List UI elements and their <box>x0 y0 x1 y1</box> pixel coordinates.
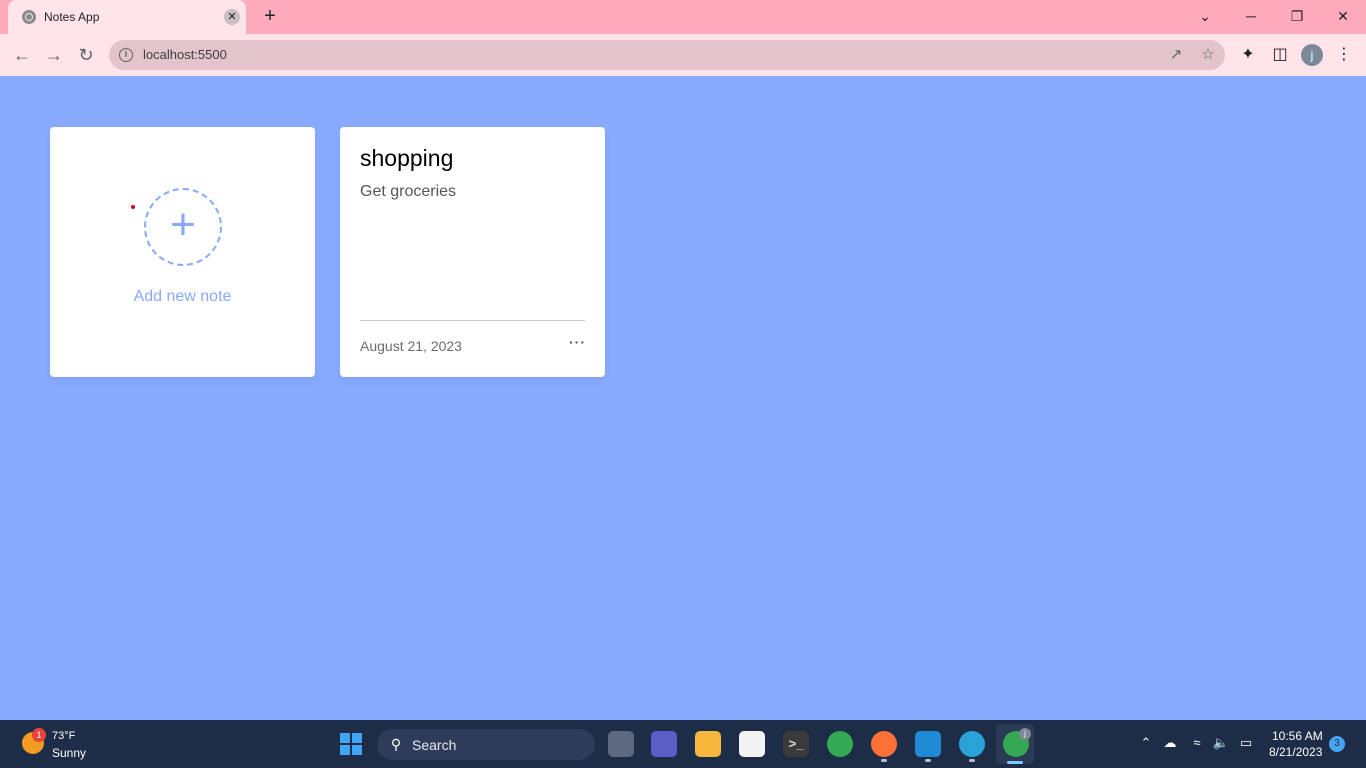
tab-search-icon[interactable]: ⌄ <box>1193 5 1217 27</box>
add-note-circle[interactable]: + <box>144 188 222 266</box>
forward-arrow-icon[interactable]: → <box>42 43 66 67</box>
more-options-icon[interactable]: ··· <box>569 334 586 350</box>
share-icon[interactable]: ↗ <box>1167 46 1185 64</box>
weather-condition[interactable]: Sunny <box>52 746 86 760</box>
chrome-icon[interactable] <box>827 731 853 757</box>
browser-toolbar: ← → ↻ i localhost:5500 ↗ ☆ ✦ ◫ j ⋮ <box>0 34 1366 76</box>
onedrive-cloud-icon[interactable]: ☁ <box>1161 734 1179 752</box>
windows-taskbar: 1 73°F Sunny ⚲ Search >_ j ⌃ ☁ ≈ 🔈 ▭ 10:… <box>0 720 1366 768</box>
url-text[interactable]: localhost:5500 <box>143 47 227 62</box>
minimize-button[interactable]: ─ <box>1239 5 1263 27</box>
terminal-icon[interactable]: >_ <box>783 731 809 757</box>
bookmark-star-icon[interactable]: ☆ <box>1199 46 1217 64</box>
address-bar[interactable]: i localhost:5500 ↗ ☆ <box>109 40 1225 70</box>
wifi-icon[interactable]: ≈ <box>1188 734 1206 752</box>
task-view-icon[interactable] <box>608 731 634 757</box>
profile-avatar[interactable]: j <box>1301 44 1323 66</box>
edge-icon[interactable] <box>959 731 985 757</box>
tab-close-icon[interactable]: ✕ <box>224 9 240 25</box>
battery-icon[interactable]: ▭ <box>1237 734 1255 752</box>
add-note-card[interactable]: + Add new note <box>50 127 315 377</box>
add-note-label[interactable]: Add new note <box>50 288 315 306</box>
tab-title: Notes App <box>44 10 100 24</box>
note-card: shopping Get groceries August 21, 2023 ·… <box>340 127 605 377</box>
search-icon: ⚲ <box>390 736 402 752</box>
note-description: Get groceries <box>360 183 457 200</box>
notification-badge[interactable]: 3 <box>1329 736 1345 752</box>
teams-chat-icon[interactable] <box>651 731 677 757</box>
globe-icon <box>22 10 36 24</box>
microsoft-store-icon[interactable] <box>739 731 765 757</box>
plus-icon: + <box>170 200 196 249</box>
note-date: August 21, 2023 <box>360 338 462 354</box>
browser-tab-strip: Notes App ✕ + ⌄ ─ ❐ ✕ <box>0 0 1366 34</box>
weather-badge: 1 <box>32 728 46 742</box>
firefox-running-indicator <box>881 759 887 762</box>
site-info-icon[interactable]: i <box>119 48 133 62</box>
vscode-icon[interactable] <box>915 731 941 757</box>
chevron-up-icon[interactable]: ⌃ <box>1137 734 1155 752</box>
weather-temperature[interactable]: 73°F <box>52 730 75 742</box>
notes-page: + Add new note shopping Get groceries Au… <box>0 76 1366 720</box>
note-title: shopping <box>360 145 454 171</box>
firefox-icon[interactable] <box>871 731 897 757</box>
windows-start-icon[interactable] <box>340 733 362 755</box>
search-label: Search <box>412 737 457 753</box>
reload-icon[interactable]: ↻ <box>74 43 98 67</box>
vscode-running-indicator <box>925 759 931 762</box>
edge-running-indicator <box>969 759 975 762</box>
note-divider <box>360 320 585 321</box>
maximize-button[interactable]: ❐ <box>1285 5 1309 27</box>
chrome-profile-badge: j <box>1019 728 1031 740</box>
clock-time[interactable]: 10:56 AM <box>1272 729 1323 743</box>
back-arrow-icon[interactable]: ← <box>10 43 34 67</box>
taskbar-search-box[interactable]: ⚲ Search <box>377 729 595 760</box>
extensions-puzzle-icon[interactable]: ✦ <box>1237 44 1259 66</box>
browser-menu-icon[interactable]: ⋮ <box>1333 44 1355 66</box>
clock-date[interactable]: 8/21/2023 <box>1269 745 1322 759</box>
cursor-dot <box>131 205 135 209</box>
browser-tab-notes-app[interactable]: Notes App ✕ <box>8 0 246 34</box>
file-explorer-icon[interactable] <box>695 731 721 757</box>
chrome-active-indicator <box>1007 761 1023 764</box>
new-tab-button[interactable]: + <box>259 5 281 27</box>
side-panel-icon[interactable]: ◫ <box>1269 44 1291 66</box>
volume-icon[interactable]: 🔈 <box>1212 734 1230 752</box>
close-window-button[interactable]: ✕ <box>1331 5 1355 27</box>
